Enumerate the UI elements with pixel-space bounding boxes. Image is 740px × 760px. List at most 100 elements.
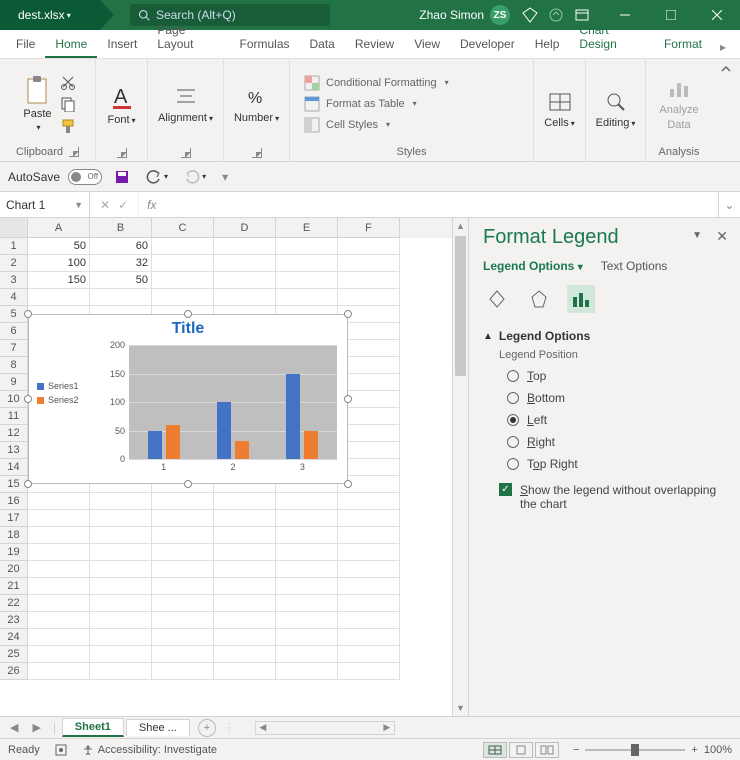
cell[interactable] [338, 612, 400, 629]
resize-handle[interactable] [24, 395, 32, 403]
cell[interactable] [152, 510, 214, 527]
row-header[interactable]: 11 [0, 408, 28, 425]
cell[interactable] [90, 510, 152, 527]
cell[interactable] [28, 629, 90, 646]
cell[interactable] [338, 272, 400, 289]
close-button[interactable] [694, 0, 740, 30]
cell[interactable] [276, 527, 338, 544]
pane-close-button[interactable]: ✕ [716, 228, 728, 245]
fx-label[interactable]: fx [139, 192, 164, 217]
cell[interactable] [338, 527, 400, 544]
col-header[interactable]: D [214, 218, 276, 238]
cell[interactable] [90, 289, 152, 306]
cell[interactable] [90, 612, 152, 629]
row-header[interactable]: 18 [0, 527, 28, 544]
new-sheet-button[interactable]: + [198, 719, 216, 737]
cell[interactable] [152, 527, 214, 544]
cell[interactable] [152, 595, 214, 612]
paste-button[interactable]: Paste▾ [19, 73, 55, 134]
cell[interactable] [276, 578, 338, 595]
row-header[interactable]: 12 [0, 425, 28, 442]
cell[interactable] [338, 561, 400, 578]
tab-view[interactable]: View [404, 31, 450, 58]
cell[interactable] [152, 578, 214, 595]
cell[interactable] [214, 493, 276, 510]
tab-home[interactable]: Home [45, 31, 97, 58]
radio-top-right[interactable]: Top Right [507, 457, 726, 471]
radio-top[interactable]: Top [507, 369, 726, 383]
row-header[interactable]: 8 [0, 357, 28, 374]
cell[interactable] [90, 629, 152, 646]
cell-styles-button[interactable]: Cell Styles ▾ [304, 116, 390, 133]
cell[interactable] [276, 544, 338, 561]
copy-icon[interactable] [60, 96, 76, 112]
cell[interactable]: 60 [90, 238, 152, 255]
radio-bottom[interactable]: Bottom [507, 391, 726, 405]
cell[interactable]: 50 [28, 238, 90, 255]
row-header[interactable]: 19 [0, 544, 28, 561]
zoom-slider[interactable] [585, 749, 685, 751]
cell[interactable] [338, 544, 400, 561]
cell[interactable] [276, 646, 338, 663]
maximize-button[interactable] [648, 0, 694, 30]
resize-handle[interactable] [24, 480, 32, 488]
tab-data[interactable]: Data [300, 31, 345, 58]
cell[interactable]: 32 [90, 255, 152, 272]
resize-handle[interactable] [24, 310, 32, 318]
cell[interactable] [28, 578, 90, 595]
worksheet-grid[interactable]: A B C D E F 1506021003231505045678910111… [0, 218, 468, 716]
coming-soon-icon[interactable] [548, 7, 564, 23]
chart-title[interactable]: Title [29, 315, 347, 338]
cell[interactable] [338, 663, 400, 680]
pane-tab-legend-options[interactable]: Legend Options ▾ [483, 259, 583, 273]
cell[interactable] [28, 646, 90, 663]
col-header[interactable]: E [276, 218, 338, 238]
editing-button[interactable]: Editing▾ [592, 88, 640, 131]
cell[interactable] [276, 493, 338, 510]
cell[interactable] [28, 561, 90, 578]
undo-button[interactable]: ▾ [142, 167, 172, 187]
sheet-tab[interactable]: Shee ... [126, 719, 190, 736]
cell[interactable]: 50 [90, 272, 152, 289]
cell[interactable] [152, 663, 214, 680]
cell[interactable] [152, 255, 214, 272]
cell[interactable] [276, 255, 338, 272]
cell[interactable] [214, 527, 276, 544]
cell[interactable] [214, 595, 276, 612]
row-header[interactable]: 24 [0, 629, 28, 646]
save-button[interactable] [110, 167, 134, 187]
tab-page-layout[interactable]: Page Layout [147, 17, 229, 58]
account-button[interactable]: Zhao Simon ZS [419, 5, 510, 25]
row-header[interactable]: 4 [0, 289, 28, 306]
tab-review[interactable]: Review [345, 31, 404, 58]
row-header[interactable]: 25 [0, 646, 28, 663]
row-header[interactable]: 20 [0, 561, 28, 578]
effects-icon[interactable] [525, 285, 553, 313]
clipboard-dialog-launcher[interactable] [69, 147, 79, 157]
cell[interactable] [152, 289, 214, 306]
cell[interactable] [214, 289, 276, 306]
view-page-break-button[interactable] [535, 742, 559, 758]
tab-formulas[interactable]: Formulas [229, 31, 299, 58]
fill-line-icon[interactable] [483, 285, 511, 313]
cell[interactable] [214, 272, 276, 289]
cell[interactable] [28, 663, 90, 680]
col-header[interactable]: F [338, 218, 400, 238]
row-header[interactable]: 16 [0, 493, 28, 510]
macro-record-icon[interactable] [54, 743, 68, 757]
cell[interactable] [28, 527, 90, 544]
scroll-thumb[interactable] [455, 236, 466, 376]
row-header[interactable]: 1 [0, 238, 28, 255]
cell[interactable] [214, 238, 276, 255]
scroll-right-button[interactable]: ▶ [380, 722, 394, 733]
cell[interactable] [90, 595, 152, 612]
view-normal-button[interactable] [483, 742, 507, 758]
cell[interactable] [28, 510, 90, 527]
zoom-out-button[interactable]: − [573, 744, 579, 756]
cell[interactable] [276, 272, 338, 289]
cell[interactable] [276, 561, 338, 578]
cell[interactable] [90, 646, 152, 663]
filename[interactable]: dest.xlsx ▾ [0, 0, 100, 30]
cell[interactable] [28, 493, 90, 510]
cell[interactable] [28, 544, 90, 561]
